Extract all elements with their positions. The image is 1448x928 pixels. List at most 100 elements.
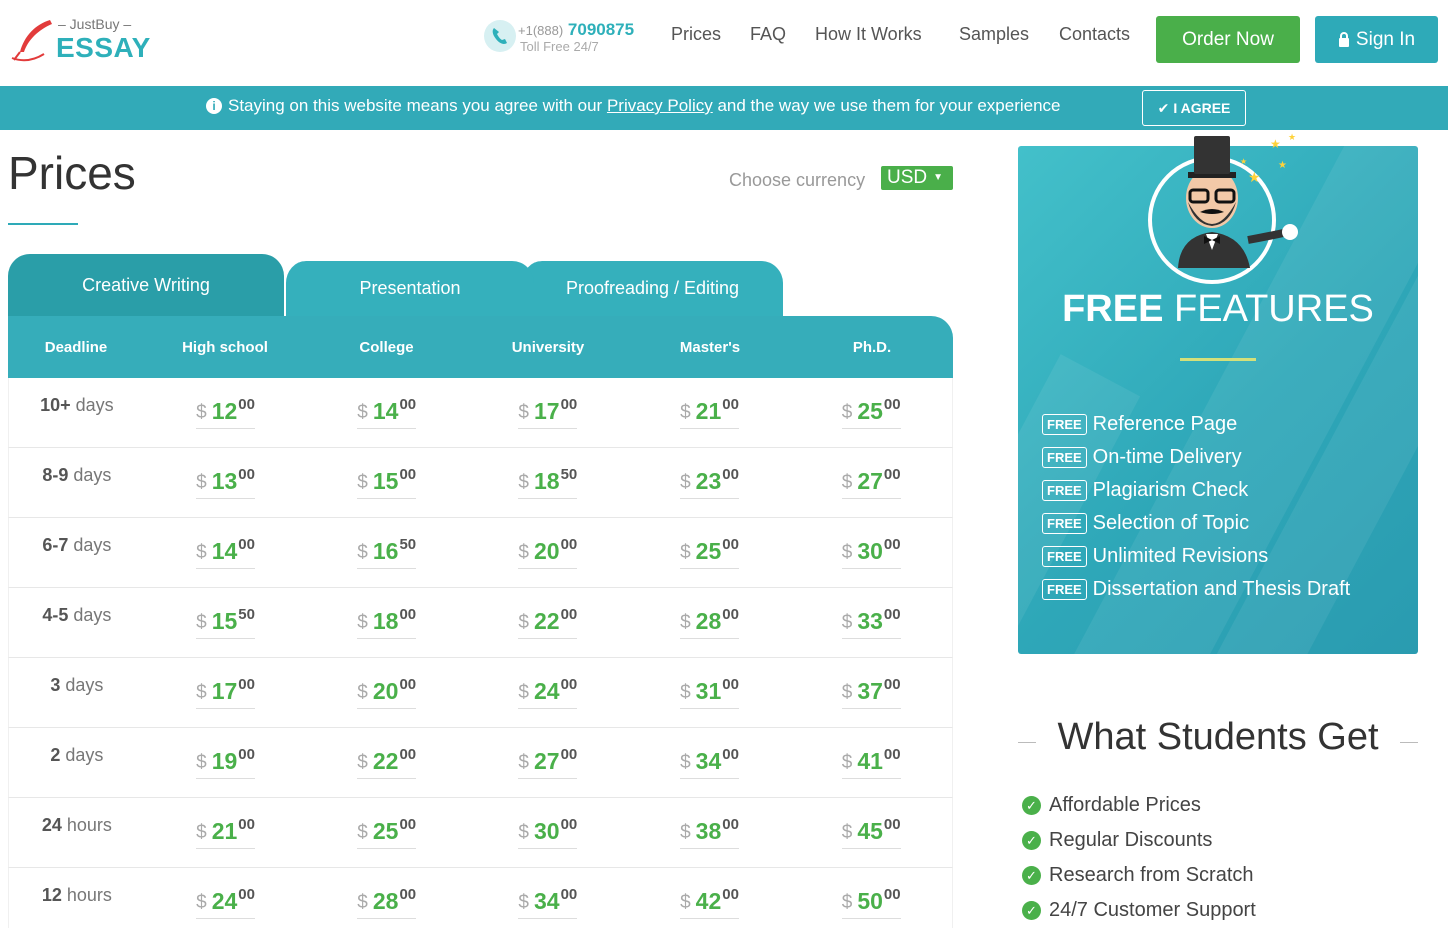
price-dollars: 14: [372, 398, 399, 424]
price-cell[interactable]: $14 00: [145, 536, 307, 569]
deadline-cell: 10+ days: [40, 395, 114, 415]
price-cell[interactable]: $12 00: [145, 396, 307, 429]
currency-label: Choose currency: [729, 170, 866, 190]
price-cell[interactable]: $25 00: [306, 816, 467, 849]
price-cell[interactable]: $15 50: [145, 606, 307, 639]
currency-symbol: $: [357, 402, 368, 423]
currency-select[interactable]: USD ▼: [881, 166, 953, 190]
currency-symbol: $: [680, 402, 691, 423]
price-dollars: 31: [695, 678, 722, 704]
price-cell[interactable]: $25 00: [790, 396, 952, 429]
list-item: FREE Dissertation and Thesis Draft: [1042, 573, 1350, 606]
tab-creative-writing[interactable]: Creative Writing: [8, 254, 284, 316]
price-cell[interactable]: $18 00: [306, 606, 467, 639]
price-cell[interactable]: $24 00: [467, 676, 629, 709]
nav-how-it-works[interactable]: How It Works: [815, 24, 922, 45]
nav-faq[interactable]: FAQ: [750, 24, 786, 45]
list-item: FREE Reference Page: [1042, 408, 1350, 441]
privacy-policy-link[interactable]: Privacy Policy: [607, 96, 713, 115]
price-dollars: 24: [534, 678, 560, 704]
price-cell[interactable]: $34 00: [629, 746, 791, 779]
price-dollars: 17: [211, 678, 238, 704]
price-dollars: 22: [534, 608, 560, 634]
price-cell[interactable]: $27 00: [790, 466, 952, 499]
currency-symbol: $: [518, 612, 529, 633]
price-cell[interactable]: $20 00: [306, 676, 467, 709]
price-cell[interactable]: $20 00: [467, 536, 629, 569]
price-cell[interactable]: $17 00: [467, 396, 629, 429]
nav-prices[interactable]: Prices: [671, 24, 721, 45]
price-cell[interactable]: $50 00: [790, 886, 952, 919]
free-badge: FREE: [1042, 480, 1087, 501]
tab-proofreading-editing[interactable]: Proofreading / Editing: [520, 261, 783, 316]
free-features-title: FREE FEATURES: [1062, 288, 1374, 330]
price-cell[interactable]: $17 00: [145, 676, 307, 709]
price-cell[interactable]: $30 00: [790, 536, 952, 569]
price-cell[interactable]: $28 00: [629, 606, 791, 639]
currency-symbol: $: [841, 752, 853, 773]
currency-symbol: $: [680, 752, 691, 773]
free-badge: FREE: [1042, 447, 1087, 468]
price-cents: 00: [722, 466, 739, 483]
price-cell[interactable]: $22 00: [467, 606, 629, 639]
currency-symbol: $: [196, 612, 207, 633]
price-cell[interactable]: $19 00: [145, 746, 307, 779]
nav-contacts[interactable]: Contacts: [1059, 24, 1130, 45]
currency-symbol: $: [680, 612, 691, 633]
price-cell[interactable]: $16 50: [306, 536, 467, 569]
price-cell[interactable]: $21 00: [629, 396, 791, 429]
agree-button[interactable]: ✔ I AGREE: [1142, 90, 1246, 126]
price-dollars: 17: [534, 398, 560, 424]
price-cents: 00: [883, 466, 901, 483]
price-cell[interactable]: $24 00: [145, 886, 307, 919]
price-cell[interactable]: $18 50: [467, 466, 629, 499]
table-header: Deadline High school College University …: [8, 316, 953, 378]
price-cell[interactable]: $22 00: [306, 746, 467, 779]
price-cell[interactable]: $37 00: [790, 676, 952, 709]
price-cents: 00: [399, 816, 417, 833]
order-now-button[interactable]: Order Now: [1156, 16, 1300, 63]
price-cell[interactable]: $33 00: [790, 606, 952, 639]
price-cell[interactable]: $38 00: [629, 816, 791, 849]
deadline-cell: 6-7 days: [42, 535, 112, 555]
price-cents: 00: [399, 746, 417, 763]
price-cell[interactable]: $34 00: [467, 886, 629, 919]
price-cell[interactable]: $25 00: [629, 536, 791, 569]
price-cents: 00: [883, 536, 901, 553]
phone-contact[interactable]: +1(888) 7090875 Toll Free 24/7: [484, 18, 654, 58]
price-cell[interactable]: $45 00: [790, 816, 952, 849]
free-badge: FREE: [1042, 414, 1087, 435]
check-icon: ✔: [1157, 99, 1170, 116]
currency-symbol: $: [680, 682, 691, 703]
deadline-cell: 12 hours: [41, 885, 112, 905]
nav-samples[interactable]: Samples: [959, 24, 1029, 45]
price-cell[interactable]: $28 00: [306, 886, 467, 919]
currency-symbol: $: [680, 822, 691, 843]
currency-symbol: $: [357, 612, 368, 633]
currency-symbol: $: [518, 402, 529, 423]
currency-symbol: $: [841, 542, 853, 563]
sign-in-button[interactable]: Sign In: [1315, 16, 1438, 63]
site-logo[interactable]: – JustBuy – ESSAY: [10, 14, 160, 64]
currency-symbol: $: [841, 892, 853, 913]
deadline-cell: 3 days: [50, 675, 104, 695]
price-cell[interactable]: $27 00: [467, 746, 629, 779]
price-cell[interactable]: $21 00: [145, 816, 307, 849]
tab-presentation[interactable]: Presentation: [284, 261, 534, 316]
price-cell[interactable]: $30 00: [467, 816, 629, 849]
price-cell[interactable]: $31 00: [629, 676, 791, 709]
price-cell[interactable]: $41 00: [790, 746, 952, 779]
free-badge: FREE: [1042, 546, 1087, 567]
price-cell[interactable]: $23 00: [629, 466, 791, 499]
price-cell[interactable]: $42 00: [629, 886, 791, 919]
price-dollars: 22: [372, 748, 399, 774]
mascot-illustration: ★ ★ ★ ★ ★: [1148, 132, 1298, 284]
price-cents: 00: [560, 606, 578, 623]
price-cell[interactable]: $13 00: [145, 466, 307, 499]
price-cell[interactable]: $15 00: [306, 466, 467, 499]
price-dollars: 18: [372, 608, 399, 634]
price-cell[interactable]: $14 00: [306, 396, 467, 429]
table-row: 6-7 days $14 00 $16 50 $20 00 $25 00 $30 00: [8, 518, 953, 588]
currency-symbol: $: [196, 402, 207, 423]
table-row: 12 hours $24 00 $28 00 $34 00 $42 00 $50 00: [8, 868, 953, 928]
